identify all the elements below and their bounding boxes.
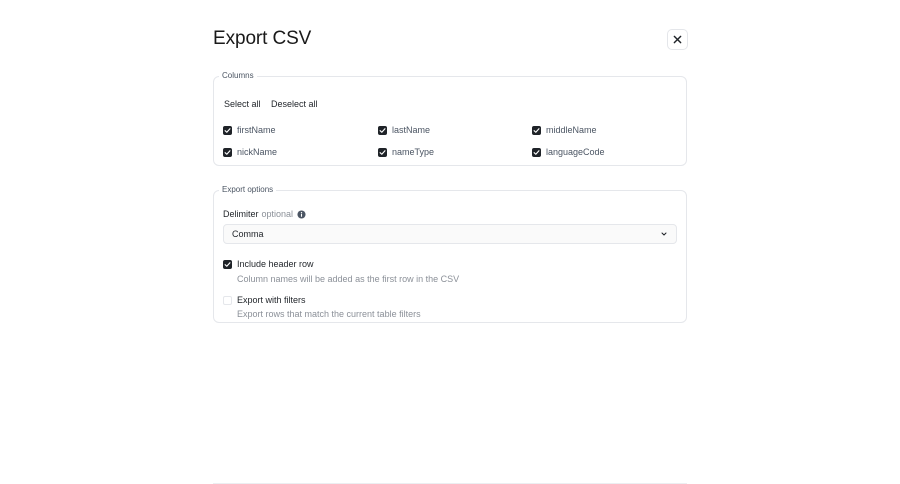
export-filters-description: Export rows that match the current table… [237,309,421,319]
include-header-checkbox[interactable] [223,259,232,269]
checkmark-icon [224,261,231,267]
checkbox[interactable] [378,147,387,157]
checkmark-icon [224,149,231,155]
column-checkbox-nickname[interactable]: nickName [223,147,277,157]
column-checkbox-languagecode[interactable]: languageCode [532,147,605,157]
column-label: firstName [237,125,276,135]
checkmark-icon [379,149,386,155]
column-label: middleName [546,125,597,135]
chevron-down-icon [661,232,667,236]
column-checkbox-nametype[interactable]: nameType [378,147,434,157]
delimiter-select[interactable]: Comma [223,224,677,244]
column-label: lastName [392,125,431,135]
delimiter-label: Delimiter optional [223,209,306,219]
column-label: nickName [237,147,278,157]
export-filters-checkbox[interactable] [223,295,232,305]
column-label: languageCode [546,147,605,157]
checkbox[interactable] [532,147,541,157]
dialog-title: Export CSV [213,28,312,49]
close-icon [673,35,682,44]
export-with-filters-option[interactable]: Export with filters [223,295,306,305]
optional-label: optional [261,209,294,219]
export-filters-title: Export with filters [237,295,306,305]
close-button[interactable] [667,29,688,50]
delimiter-selected-value: Comma [232,229,264,239]
export-options-legend: Export options [222,185,274,194]
delimiter-label-text: Delimiter [223,209,259,219]
info-icon[interactable] [297,209,306,219]
column-checkbox-middlename[interactable]: middleName [532,125,597,135]
checkbox[interactable] [223,147,232,157]
include-header-row-option[interactable]: Include header row [223,259,314,269]
checkmark-icon [379,127,386,133]
checkmark-icon [533,149,540,155]
column-checkbox-lastname[interactable]: lastName [378,125,430,135]
include-header-title: Include header row [237,259,314,269]
include-header-description: Column names will be added as the first … [237,274,460,284]
checkbox[interactable] [378,125,387,135]
checkmark-icon [224,127,231,133]
checkbox[interactable] [223,125,232,135]
deselect-all-button[interactable]: Deselect all [271,99,318,109]
columns-section: Columns Select all Deselect all firstNam… [213,71,687,166]
checkmark-icon [533,127,540,133]
export-options-section: Export options Delimiter optional Comma … [213,185,687,323]
column-checkbox-firstname[interactable]: firstName [223,125,276,135]
checkbox[interactable] [532,125,541,135]
columns-legend: Columns [222,71,254,80]
column-label: nameType [392,147,435,157]
select-all-button[interactable]: Select all [224,99,261,109]
